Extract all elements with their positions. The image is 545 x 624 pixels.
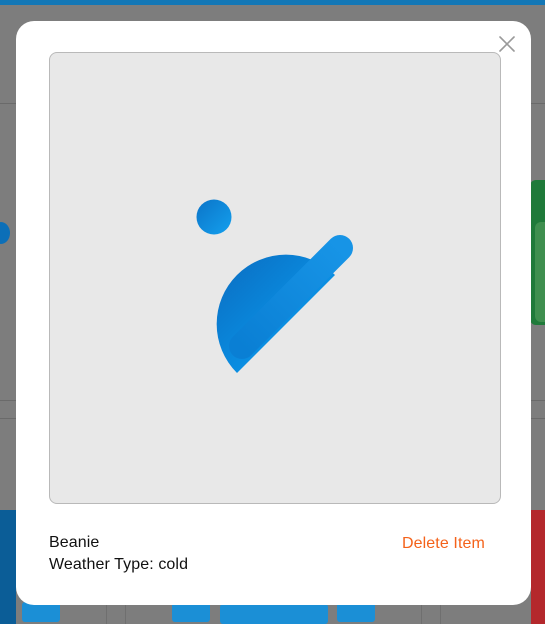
close-icon <box>499 36 515 52</box>
background-card-item <box>0 510 16 624</box>
background-card-item <box>22 602 60 622</box>
background-card-item <box>172 602 210 622</box>
background-card-item <box>531 510 545 624</box>
background-card-item <box>337 602 375 622</box>
item-detail-modal: Beanie Weather Type: cold Delete Item <box>16 21 531 605</box>
background-card-item <box>535 222 545 322</box>
beanie-icon <box>190 193 370 373</box>
background-card-item <box>220 604 328 624</box>
close-button[interactable] <box>497 34 517 54</box>
item-weather-type: Weather Type: cold <box>49 556 189 573</box>
delete-item-button[interactable]: Delete Item <box>402 534 485 554</box>
background-header-bar <box>0 0 545 5</box>
background-card-item <box>0 222 10 244</box>
item-image <box>49 52 501 504</box>
item-name: Beanie <box>49 534 100 551</box>
